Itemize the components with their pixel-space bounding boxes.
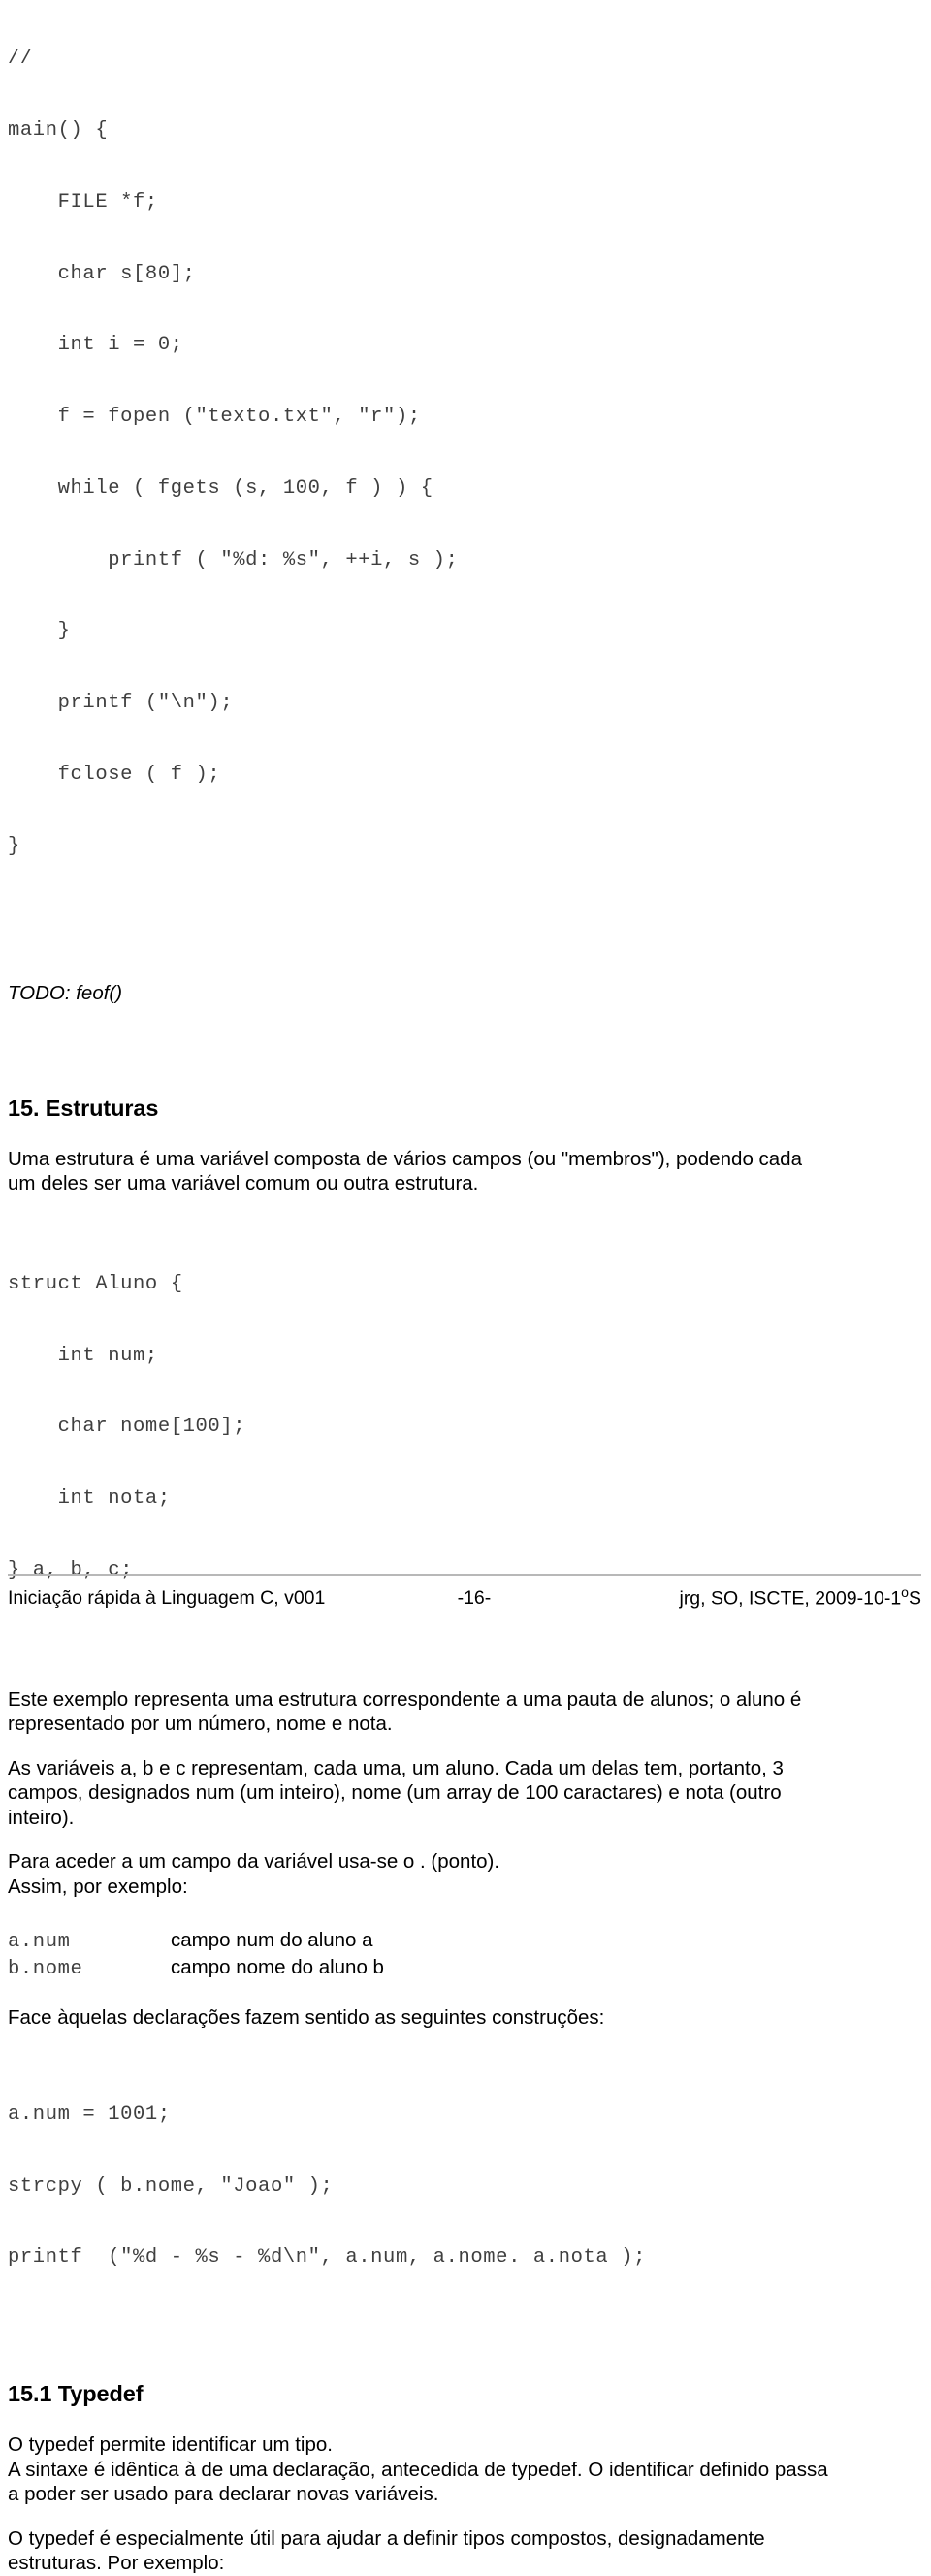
field-description: campo nome do aluno b xyxy=(171,1956,384,1979)
code-line: } xyxy=(8,834,20,858)
paragraph-variaveis-campos: As variáveis a, b e c representam, cada … xyxy=(8,1756,921,1831)
paragraph-line: inteiro). xyxy=(8,1806,75,1829)
paragraph-acesso-ponto: Para aceder a um campo da variável usa-s… xyxy=(8,1849,921,1899)
todo-note: TODO: feof() xyxy=(8,981,123,1004)
paragraph-line: campos, designados num (um inteiro), nom… xyxy=(8,1781,782,1805)
code-line: printf ( "%d: %s", ++i, s ); xyxy=(8,548,459,571)
code-line: int i = 0; xyxy=(8,334,183,357)
paragraph-line: O typedef é especialmente útil para ajud… xyxy=(8,2527,765,2550)
paragraph-typedef-util: O typedef é especialmente útil para ajud… xyxy=(8,2527,921,2576)
code-line: char s[80]; xyxy=(8,262,196,285)
document-page: // main() { FILE *f; char s[80]; int i =… xyxy=(0,0,931,2574)
list-item: b.nome campo nome do aluno b xyxy=(8,1955,921,1982)
paragraph-line: Assim, por exemplo: xyxy=(8,1875,188,1898)
code-line: while ( fgets (s, 100, f ) ) { xyxy=(8,476,433,500)
paragraph-line: representado por um número, nome e nota. xyxy=(8,1712,393,1736)
code-line: int nota; xyxy=(8,1487,171,1511)
field-expression: b.nome xyxy=(8,1958,83,1981)
field-description: campo num do aluno a xyxy=(171,1929,373,1952)
paragraph-face-declaracoes: Face àquelas declarações fazem sentido a… xyxy=(8,2006,605,2030)
code-line: fclose ( f ); xyxy=(8,764,221,786)
paragraph-exemplo-pauta: Este exemplo representa uma estrutura co… xyxy=(8,1687,921,1737)
paragraph-line: Uma estrutura é uma variável composta de… xyxy=(8,1147,802,1170)
code-line: struct Aluno { xyxy=(8,1272,183,1295)
footer-document-title: Iniciação rápida à Linguagem C, v001 xyxy=(8,1587,326,1609)
code-line: } xyxy=(8,620,71,643)
footer-semester-suffix: S xyxy=(908,1587,921,1609)
footer-ordinal-marker: o xyxy=(901,1583,909,1600)
paragraph-line: um deles ser uma variável comum ou outra… xyxy=(8,1172,479,1195)
page-footer: Iniciação rápida à Linguagem C, v001 -16… xyxy=(8,1573,921,1611)
code-line: f = fopen ("texto.txt", "r"); xyxy=(8,406,421,429)
paragraph-line: O typedef permite identificar um tipo. xyxy=(8,2433,333,2457)
field-expression: a.num xyxy=(8,1931,71,1954)
footer-divider xyxy=(8,1573,921,1576)
list-item: a.num campo num do aluno a xyxy=(8,1928,921,1955)
paragraph-line: Para aceder a um campo da variável usa-s… xyxy=(8,1850,500,1874)
footer-attribution: jrg, SO, ISCTE, 2009-10-1oS xyxy=(679,1584,921,1611)
paragraph-line: a poder ser usado para declarar novas va… xyxy=(8,2483,439,2506)
code-line: main() { xyxy=(8,118,109,142)
code-line: FILE *f; xyxy=(8,190,158,213)
paragraph-line: A sintaxe é idêntica à de uma declaração… xyxy=(8,2458,828,2481)
field-access-examples: a.num campo num do aluno a b.nome campo … xyxy=(8,1928,921,1982)
paragraph-typedef-intro: O typedef permite identificar um tipo. A… xyxy=(8,2432,921,2507)
code-line: a.num = 1001; xyxy=(8,2103,171,2126)
code-line: char nome[100]; xyxy=(8,1416,246,1439)
footer-attribution-text: jrg, SO, ISCTE, 2009-10-1 xyxy=(679,1587,902,1609)
section-heading-estruturas: 15. Estruturas xyxy=(8,1094,159,1121)
code-line: printf ("%d - %s - %d\n", a.num, a.nome.… xyxy=(8,2246,647,2269)
code-line: strcpy ( b.nome, "Joao" ); xyxy=(8,2174,334,2198)
code-block-struct-usage: a.num = 1001; strcpy ( b.nome, "Joao" );… xyxy=(8,2056,921,2319)
code-line: // xyxy=(8,48,33,71)
paragraph-line: As variáveis a, b e c representam, cada … xyxy=(8,1756,784,1779)
code-block-struct-aluno: struct Aluno { int num; char nome[100]; … xyxy=(8,1225,921,1631)
code-line: printf ("\n"); xyxy=(8,692,234,715)
paragraph-intro-estruturas: Uma estrutura é uma variável composta de… xyxy=(8,1147,921,1196)
section-heading-typedef: 15.1 Typedef xyxy=(8,2381,144,2407)
code-block-file-reading: // main() { FILE *f; char s[80]; int i =… xyxy=(8,0,921,907)
paragraph-line: estruturas. Por exemplo: xyxy=(8,2552,225,2575)
footer-page-number: -16- xyxy=(457,1587,492,1609)
paragraph-line: Este exemplo representa uma estrutura co… xyxy=(8,1687,802,1711)
code-line: int num; xyxy=(8,1344,158,1367)
